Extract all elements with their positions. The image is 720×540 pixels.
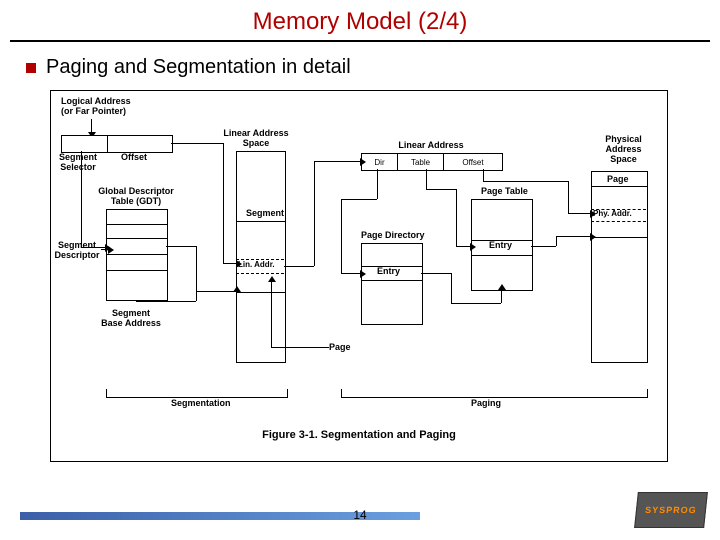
cell-table: Table xyxy=(398,154,444,170)
diagram-canvas: Logical Address(or Far Pointer) SegmentS… xyxy=(50,90,668,462)
page-number: 14 xyxy=(0,508,720,522)
bullet-row: Paging and Segmentation in detail xyxy=(0,42,720,87)
segment-band xyxy=(236,221,286,293)
page-dir-box xyxy=(361,243,423,325)
cell-offset2: Offset xyxy=(444,154,502,170)
label-page-table: Page Table xyxy=(481,187,528,197)
label-offset: Offset xyxy=(121,153,147,163)
cell-segsel xyxy=(62,136,108,152)
bracket-paging xyxy=(341,389,648,398)
label-logical-address: Logical Address(or Far Pointer) xyxy=(61,97,131,117)
arrow-down-icon xyxy=(91,119,92,133)
label-paging: Paging xyxy=(471,399,501,409)
far-pointer-box xyxy=(61,135,173,153)
label-lin-addr: Lin. Addr. xyxy=(238,261,275,270)
bracket-segmentation xyxy=(106,389,288,398)
bullet-text: Paging and Segmentation in detail xyxy=(46,56,351,79)
slide-title: Memory Model (2/4) xyxy=(0,0,720,40)
bullet-icon xyxy=(26,63,36,73)
figure-caption: Figure 3-1. Segmentation and Paging xyxy=(51,429,667,441)
label-page-left: Page xyxy=(329,343,351,353)
label-page-right: Page xyxy=(607,175,629,185)
logo-badge: SYSPROG xyxy=(634,492,708,528)
label-page-directory: Page Directory xyxy=(361,231,425,241)
label-linear-space: Linear AddressSpace xyxy=(216,129,296,149)
label-linear-address: Linear Address xyxy=(386,141,476,151)
label-entry-pd: Entry xyxy=(377,267,400,277)
gdt-table xyxy=(106,209,168,301)
label-segment: Segment xyxy=(246,209,284,219)
label-phy-addr: Phy. Addr. xyxy=(593,210,632,219)
cell-dir: Dir xyxy=(362,154,398,170)
linear-address-box: Dir Table Offset xyxy=(361,153,503,171)
label-seg-descriptor: SegmentDescriptor xyxy=(51,241,103,261)
label-segmentation: Segmentation xyxy=(171,399,231,409)
cell-offset xyxy=(108,136,172,152)
label-gdt: Global DescriptorTable (GDT) xyxy=(91,187,181,207)
label-phys-space: PhysicalAddressSpace xyxy=(596,135,651,165)
label-segment-selector: SegmentSelector xyxy=(53,153,103,173)
label-seg-base: SegmentBase Address xyxy=(96,309,166,329)
label-entry-pt: Entry xyxy=(489,241,512,251)
